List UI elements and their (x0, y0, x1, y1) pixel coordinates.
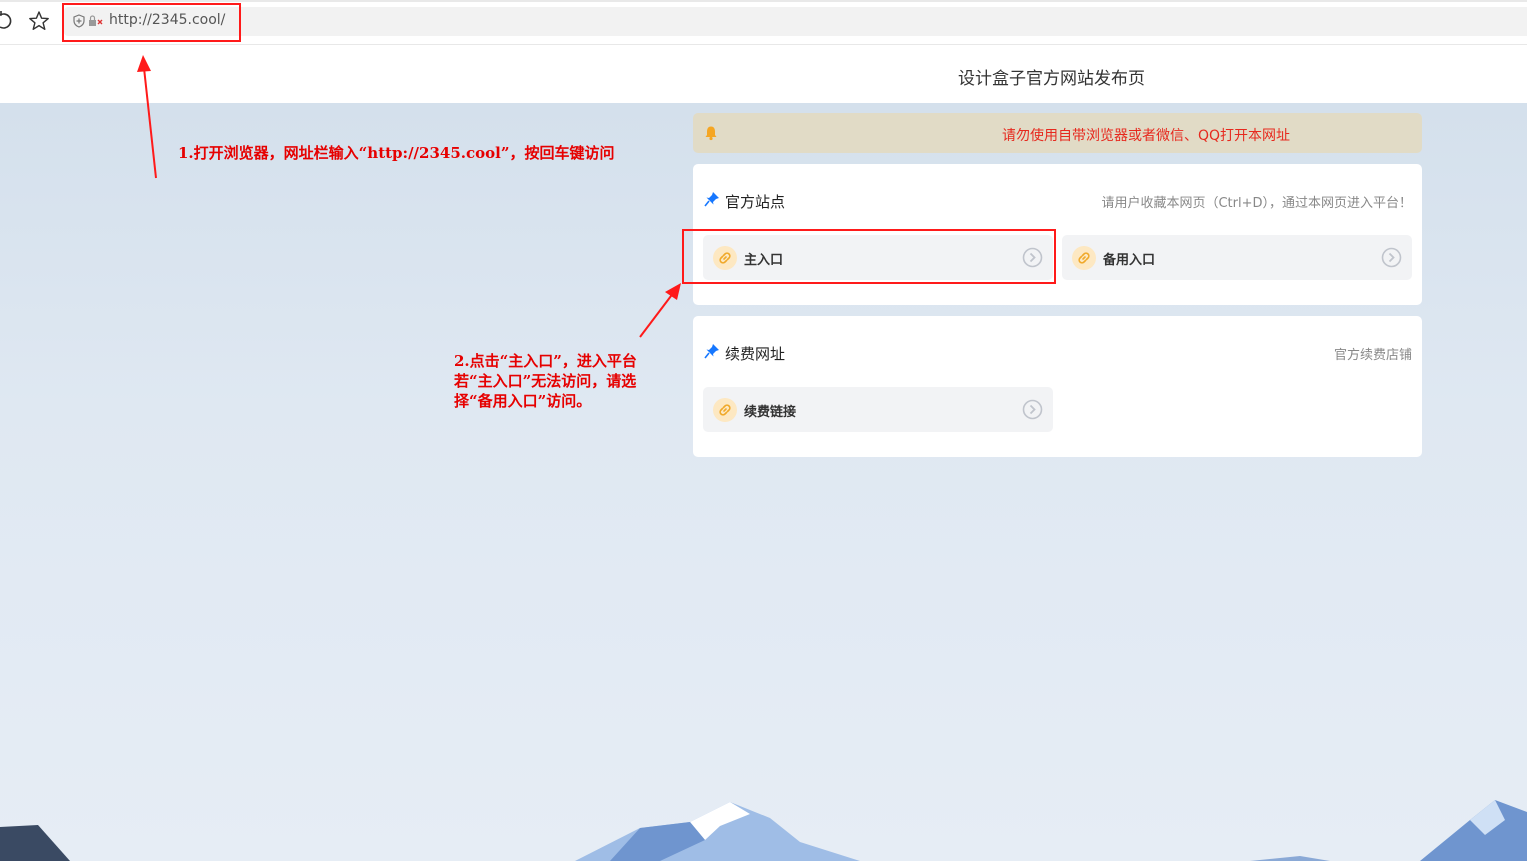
backup-entry-link[interactable]: 备用入口 (1062, 235, 1412, 280)
renewal-link[interactable]: 续费链接 (703, 387, 1053, 432)
url-highlight-box (62, 3, 241, 42)
page-title: 设计盒子官方网站发布页 (958, 69, 1145, 89)
annotation-step-2-line: 择“备用入口”访问。 (454, 392, 592, 410)
annotation-step-2-line: 2.点击“主入口”，进入平台 (454, 352, 637, 370)
bell-icon (705, 126, 717, 141)
chevron-right-circle-icon (1022, 399, 1043, 420)
renewal-title: 续费网址 (725, 345, 786, 363)
pin-icon (704, 344, 719, 359)
renewal-card: 续费网址 官方续费店铺 续费链接 (693, 316, 1422, 457)
link-icon (1078, 252, 1090, 264)
backup-entry-label: 备用入口 (1103, 253, 1156, 268)
mountain-illustration (0, 800, 1527, 861)
annotation-step-2: 2.点击“主入口”，进入平台 若“主入口”无法访问，请选 择“备用入口”访问。 (454, 351, 637, 411)
address-bar[interactable]: http://2345.cool/ (64, 7, 1527, 36)
chevron-right-circle-icon (1381, 247, 1402, 268)
bookmark-star-icon[interactable] (28, 10, 50, 32)
official-site-title: 官方站点 (725, 193, 786, 211)
renewal-link-label: 续费链接 (744, 405, 797, 420)
page-header: 设计盒子官方网站发布页 (0, 45, 1527, 103)
toolbar-divider (0, 0, 1527, 2)
link-icon (719, 404, 731, 416)
renewal-shop-link[interactable]: 官方续费店铺 (1334, 344, 1412, 363)
pin-icon (704, 192, 719, 207)
notice-bar: 请勿使用自带浏览器或者微信、QQ打开本网址 (693, 113, 1422, 153)
official-site-subtitle: 请用户收藏本网页（Ctrl+D），通过本网页进入平台！ (1101, 196, 1412, 211)
reload-icon[interactable] (0, 10, 16, 32)
notice-text: 请勿使用自带浏览器或者微信、QQ打开本网址 (1002, 128, 1291, 144)
annotation-step-1: 1.打开浏览器，网址栏输入“http://2345.cool”，按回车键访问 (178, 144, 615, 162)
link-badge (713, 398, 737, 422)
annotation-step-2-line: 若“主入口”无法访问，请选 (454, 372, 637, 390)
link-badge (1072, 246, 1096, 270)
main-entry-highlight-box (682, 229, 1056, 284)
